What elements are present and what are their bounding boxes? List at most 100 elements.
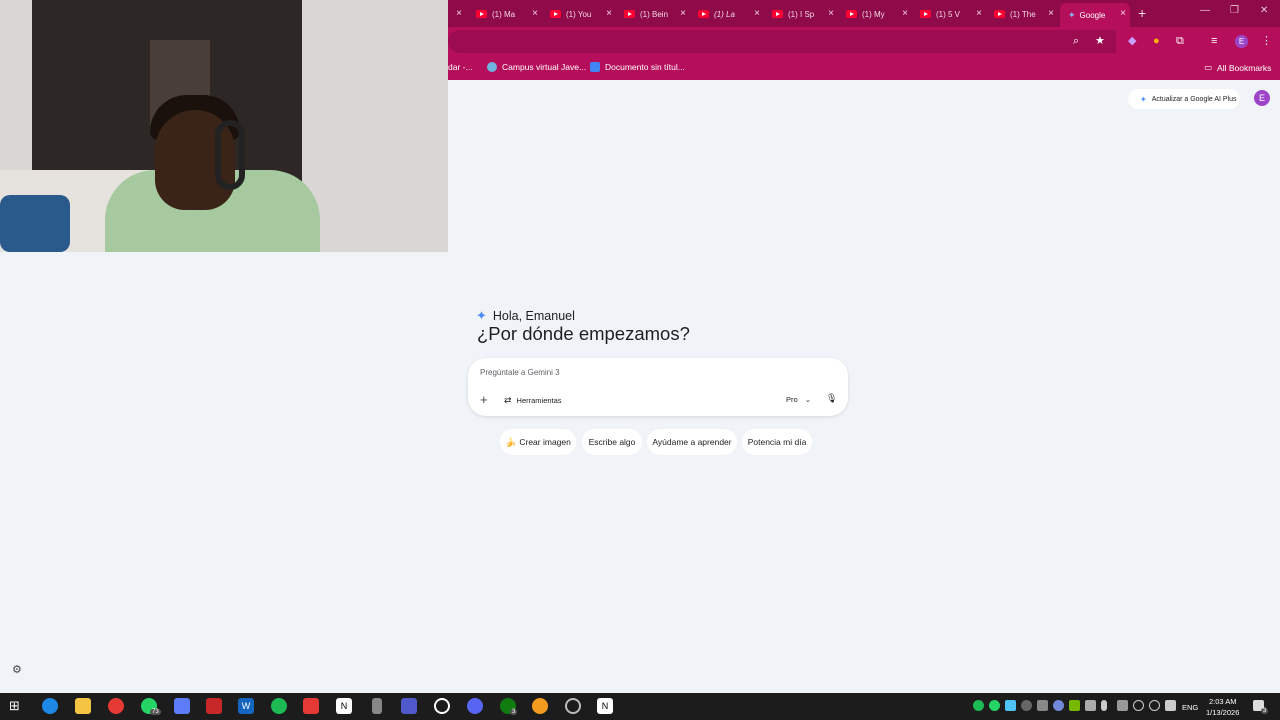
close-tab-icon[interactable]: × xyxy=(532,8,538,19)
zoom-icon[interactable]: ⌕ xyxy=(1073,35,1079,47)
extensions-puzzle-icon[interactable]: ⧉ xyxy=(1176,35,1184,47)
app-icon[interactable] xyxy=(206,698,222,714)
obs-icon[interactable] xyxy=(565,698,581,714)
calculator-icon[interactable] xyxy=(174,698,190,714)
minimize-icon[interactable]: — xyxy=(1200,5,1210,16)
prompt-input[interactable] xyxy=(480,368,780,377)
spotify-icon[interactable] xyxy=(271,698,287,714)
clock-time[interactable]: 2:03 AM xyxy=(1209,697,1237,706)
headset-image xyxy=(215,120,245,190)
tab-youtube-5[interactable]: (1) I Sp × xyxy=(772,3,834,25)
close-tab-icon[interactable]: × xyxy=(976,8,982,19)
tab-label: (1) I Sp xyxy=(788,9,815,19)
model-selector[interactable]: Pro ⌄ xyxy=(786,395,811,404)
close-tab-icon[interactable]: × xyxy=(1048,8,1054,19)
tab-partial[interactable]: × xyxy=(448,3,462,25)
extension-icon[interactable]: ◆ xyxy=(1128,35,1136,47)
display-tray-icon[interactable] xyxy=(1117,700,1128,711)
tray-icon[interactable] xyxy=(1133,700,1144,711)
spotify-tray-icon[interactable] xyxy=(973,700,984,711)
notifications-badge: 3 xyxy=(1261,708,1269,714)
restore-icon[interactable]: ❐ xyxy=(1230,5,1239,16)
youtube-icon xyxy=(994,10,1005,18)
start-windows-icon[interactable]: ⊞ xyxy=(9,698,25,714)
tray-icon[interactable] xyxy=(1005,700,1016,711)
prompt-box: + ⇄ Herramientas Pro ⌄ 🎙 xyxy=(468,358,848,416)
clock-date[interactable]: 1/13/2026 xyxy=(1206,708,1239,717)
teams-icon[interactable] xyxy=(401,698,417,714)
chatgpt-icon[interactable] xyxy=(434,698,450,714)
address-bar[interactable] xyxy=(448,30,1116,53)
chip-write[interactable]: Escribe algo xyxy=(582,429,642,455)
todoist-icon[interactable] xyxy=(303,698,319,714)
nvidia-tray-icon[interactable] xyxy=(1069,700,1080,711)
all-bookmarks-button[interactable]: ▭ All Bookmarks xyxy=(1204,62,1271,73)
tab-youtube-7[interactable]: (1) 5 V × xyxy=(920,3,982,25)
account-avatar[interactable]: E xyxy=(1254,90,1270,106)
notion-icon[interactable]: N xyxy=(336,698,352,714)
word-icon[interactable]: W xyxy=(238,698,254,714)
tab-label: Google xyxy=(1079,10,1106,20)
tray-icon[interactable] xyxy=(1021,700,1032,711)
microphone-tray-icon[interactable] xyxy=(1101,700,1107,711)
bookmark-star-icon[interactable]: ★ xyxy=(1095,35,1105,47)
close-tab-icon[interactable]: × xyxy=(680,8,686,19)
close-tab-icon[interactable]: × xyxy=(456,8,462,19)
greeting-text: Hola, Emanuel xyxy=(492,309,575,323)
bookmark-item[interactable]: dar -... xyxy=(448,62,473,72)
tab-label: (1) You xyxy=(566,9,592,19)
edge-icon[interactable] xyxy=(42,698,58,714)
upgrade-plan-button[interactable]: ✦ Actualizar a Google AI Plus xyxy=(1128,89,1240,109)
extension-icon[interactable]: ● xyxy=(1153,35,1160,47)
tab-youtube-6[interactable]: (1) My × xyxy=(846,3,908,25)
tray-icon[interactable] xyxy=(1085,700,1096,711)
notion-icon[interactable]: N xyxy=(597,698,613,714)
bookmark-item[interactable]: Campus virtual Jave... xyxy=(487,62,586,72)
tab-youtube-4[interactable]: (1) La × xyxy=(698,3,760,25)
tab-youtube-8[interactable]: (1) The × xyxy=(994,3,1054,25)
browser-profile-avatar[interactable]: E xyxy=(1235,35,1248,48)
whatsapp-tray-icon[interactable] xyxy=(989,700,1000,711)
menu-icon[interactable]: ⋮ xyxy=(1261,35,1272,47)
bookmark-item[interactable]: Documento sin títul... xyxy=(590,62,685,72)
network-icon[interactable] xyxy=(1149,700,1160,711)
app-icon[interactable] xyxy=(372,698,382,714)
discord-tray-icon[interactable] xyxy=(1053,700,1064,711)
media-control-icon[interactable]: ≡ xyxy=(1211,35,1217,47)
close-tab-icon[interactable]: × xyxy=(754,8,760,19)
chip-learn[interactable]: Ayúdame a aprender xyxy=(647,429,737,455)
chrome-icon[interactable] xyxy=(108,698,124,714)
tab-gemini-active[interactable]: ✦ Google × xyxy=(1060,3,1130,27)
volume-icon[interactable] xyxy=(1165,700,1176,711)
whatsapp-badge: 73 xyxy=(150,709,161,715)
close-tab-icon[interactable]: × xyxy=(902,8,908,19)
add-attachment-button[interactable]: + xyxy=(480,392,488,407)
youtube-icon xyxy=(550,10,561,18)
tab-youtube-3[interactable]: (1) Bein × xyxy=(624,3,686,25)
app-icon[interactable] xyxy=(532,698,548,714)
microphone-icon[interactable]: 🎙 xyxy=(826,393,837,404)
file-explorer-icon[interactable] xyxy=(75,698,91,714)
close-window-icon[interactable]: ✕ xyxy=(1260,5,1268,16)
tab-label: (1) La xyxy=(714,9,735,19)
new-tab-button[interactable]: + xyxy=(1138,5,1146,21)
youtube-icon xyxy=(624,10,635,18)
tab-label: (1) My xyxy=(862,9,885,19)
chip-create-image[interactable]: 🍌 Crear imagen xyxy=(500,429,576,455)
youtube-icon xyxy=(846,10,857,18)
close-tab-icon[interactable]: × xyxy=(828,8,834,19)
tab-youtube-2[interactable]: (1) You × xyxy=(550,3,612,25)
tab-youtube-1[interactable]: (1) Ma × xyxy=(476,3,538,25)
close-tab-icon[interactable]: × xyxy=(606,8,612,19)
campus-icon xyxy=(487,62,497,72)
sparkle-icon: ✦ xyxy=(1140,94,1147,104)
language-indicator[interactable]: ENG xyxy=(1182,703,1198,712)
page-headline: ¿Por dónde empezamos? xyxy=(477,323,690,344)
discord-icon[interactable] xyxy=(467,698,483,714)
settings-gear-icon[interactable]: ⚙ xyxy=(12,663,22,676)
chip-boost-day[interactable]: Potencia mi día xyxy=(742,429,812,455)
tray-icon[interactable] xyxy=(1037,700,1048,711)
close-tab-icon[interactable]: × xyxy=(1120,8,1126,19)
youtube-icon xyxy=(772,10,783,18)
tools-button[interactable]: ⇄ Herramientas xyxy=(504,395,562,406)
